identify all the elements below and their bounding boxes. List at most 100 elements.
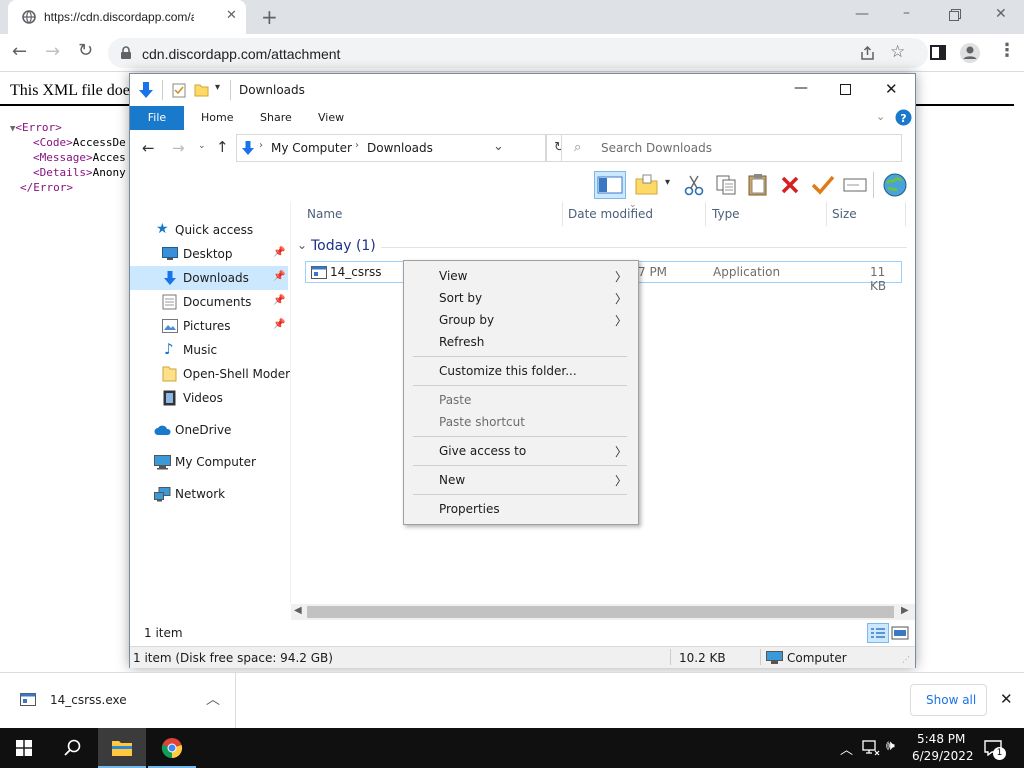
breadcrumb-my-computer[interactable]: My Computer [271,141,352,155]
column-header-type[interactable]: Type [712,207,740,221]
xml-line-error-open[interactable]: ▼<Error> [10,121,62,134]
tray-show-hidden-icon[interactable]: ︿ [840,739,853,758]
menu-item-give-access[interactable]: Give access to 〉 [405,440,637,462]
breadcrumb-downloads[interactable]: Downloads [367,141,433,155]
nav-item-documents[interactable]: Documents 📌 [130,290,288,314]
explorer-minimize-button[interactable]: — [794,80,808,96]
nav-item-pictures[interactable]: Pictures 📌 [130,314,288,338]
new-tab-button[interactable]: + [261,5,278,29]
profile-avatar-icon[interactable] [959,42,981,64]
explorer-back-icon[interactable]: ← [142,139,155,157]
close-window-icon[interactable]: ✕ [995,6,1007,22]
address-dropdown-icon[interactable]: ⌄ [493,139,504,154]
explorer-search-box[interactable]: ⌕ Search Downloads [561,134,902,162]
address-bar[interactable]: cdn.discordapp.com/attachment ☆ [108,38,928,68]
cut-icon[interactable] [684,174,704,196]
explorer-close-icon[interactable]: ✕ [885,80,898,98]
explorer-address-bar[interactable]: › My Computer › Downloads ⌄ [236,134,546,162]
column-header-date-modified[interactable]: Date modified [568,207,653,221]
tab-close-icon[interactable]: ✕ [226,8,237,23]
details-view-icon[interactable] [867,623,889,643]
menu-item-sort-by[interactable]: Sort by 〉 [405,287,637,309]
minimize-icon[interactable]: — [855,6,869,22]
column-header-size[interactable]: Size [832,207,857,221]
reload-icon[interactable]: ↻ [78,40,93,61]
taskbar-time[interactable]: 5:48 PM [917,732,965,746]
new-folder-toolbar-icon[interactable] [635,174,659,196]
svg-text:?: ? [900,112,906,125]
ribbon-tab-file[interactable]: File [130,106,184,130]
download-options-chevron-icon[interactable]: ︿ [206,689,220,709]
network-globe-icon[interactable] [882,172,908,198]
explorer-forward-icon[interactable]: → [172,139,185,157]
minimize-button[interactable]: – [903,5,910,21]
new-folder-dropdown-icon[interactable]: ▾ [665,177,670,188]
horizontal-scrollbar[interactable]: ◀ ▶ [291,604,915,620]
close-shelf-icon[interactable]: ✕ [1000,690,1013,708]
recent-locations-icon[interactable]: ⌄ [198,141,206,151]
chrome-menu-icon[interactable]: ⋮ [998,40,1016,61]
forward-icon[interactable]: → [45,41,60,62]
new-folder-icon[interactable] [194,82,209,97]
copy-icon[interactable] [715,174,737,196]
nav-item-videos[interactable]: Videos [130,386,288,410]
nav-network[interactable]: Network [130,482,288,506]
nav-onedrive[interactable]: OneDrive [130,418,288,442]
paste-icon[interactable] [747,173,769,197]
taskbar-search-button[interactable] [48,728,96,768]
ribbon-tab-home[interactable]: Home [201,106,233,130]
menu-item-properties[interactable]: Properties [405,498,637,520]
network-icon [154,487,171,502]
scrollbar-thumb[interactable] [307,606,894,618]
nav-my-computer[interactable]: My Computer [130,450,288,474]
restore-icon[interactable] [949,9,961,21]
menu-item-new[interactable]: New 〉 [405,469,637,491]
menu-item-group-by[interactable]: Group by 〉 [405,309,637,331]
explorer-title-bar[interactable]: ▾ Downloads — ✕ [130,74,915,106]
nav-item-open-shell[interactable]: Open-Shell Modern [130,362,298,386]
quick-access-toolbar-dropdown-icon[interactable]: ▾ [215,82,220,93]
volume-icon[interactable]: 🕪 [886,738,895,754]
action-center-button[interactable]: 1 [976,728,1024,768]
navigation-pane-icon[interactable] [594,171,626,199]
column-header-name[interactable]: Name [307,207,342,221]
group-collapse-icon[interactable]: ⌄ [297,238,307,252]
properties-checkmark-icon[interactable] [811,175,835,195]
up-folder-icon[interactable]: ↑ [216,138,229,156]
delete-icon[interactable] [780,175,800,195]
share-icon[interactable] [860,46,875,61]
resize-grip-icon[interactable]: ⋰ [902,655,910,664]
scroll-left-icon[interactable]: ◀ [294,605,302,616]
menu-item-refresh[interactable]: Refresh [405,331,637,353]
menu-item-view[interactable]: View 〉 [405,265,637,287]
network-status-icon[interactable] [862,740,880,756]
menu-item-paste[interactable]: Paste [405,389,637,411]
nav-item-desktop[interactable]: Desktop 📌 [130,242,288,266]
scroll-right-icon[interactable]: ▶ [901,605,909,616]
ribbon-tab-view[interactable]: View [318,106,344,130]
properties-check-icon[interactable] [172,82,186,98]
taskbar-chrome[interactable] [148,728,196,768]
bookmark-star-icon[interactable]: ☆ [890,42,905,62]
help-icon[interactable]: ? [895,109,912,126]
taskbar-date[interactable]: 6/29/2022 [912,749,974,763]
taskbar-file-explorer[interactable] [98,728,146,768]
browser-tab[interactable]: https://cdn.discordapp.com/attac ✕ [8,0,246,34]
ribbon-tab-share[interactable]: Share [260,106,292,130]
nav-quick-access[interactable]: ★ Quick access [130,218,288,242]
ribbon-expand-icon[interactable]: ⌄ [876,110,885,123]
show-all-button[interactable]: Show all [910,684,987,716]
menu-item-customize-folder[interactable]: Customize this folder... [405,360,637,382]
rename-icon[interactable] [843,176,867,194]
large-icons-view-icon[interactable] [891,625,909,641]
nav-item-downloads[interactable]: Downloads 📌 [130,266,288,290]
group-header-today[interactable]: Today (1) [311,238,376,254]
nav-item-music[interactable]: ♪ Music [130,338,288,362]
side-panel-icon[interactable] [930,45,946,60]
file-date-modified: 7 PM [638,265,668,279]
start-button[interactable] [0,728,48,768]
download-item[interactable]: 14_csrss.exe ︿ [0,673,236,728]
menu-item-paste-shortcut[interactable]: Paste shortcut [405,411,637,433]
back-icon[interactable]: ← [12,41,27,62]
explorer-maximize-icon[interactable] [840,84,851,95]
